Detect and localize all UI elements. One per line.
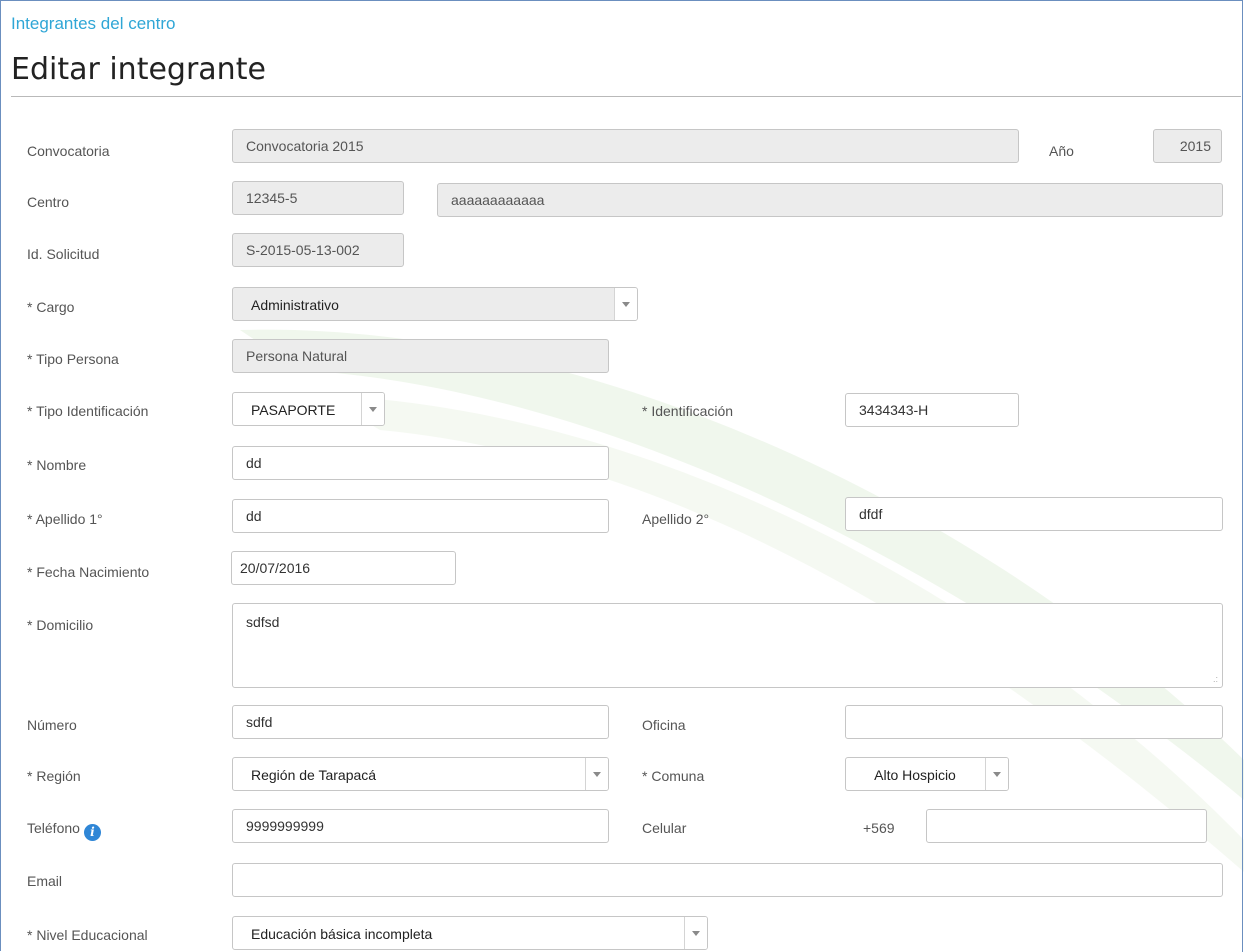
- cargo-label: * Cargo: [27, 299, 75, 315]
- chevron-down-icon[interactable]: [614, 288, 637, 320]
- tipo-identificacion-label: * Tipo Identificación: [27, 403, 149, 419]
- nombre-input[interactable]: dd: [232, 446, 609, 480]
- nivel-educacional-select[interactable]: Educación básica incompleta: [232, 916, 708, 950]
- centro-label: Centro: [27, 194, 70, 210]
- celular-label: Celular: [642, 820, 687, 836]
- nivel-educacional-label: * Nivel Educacional: [27, 927, 148, 943]
- tipo-persona-field[interactable]: Persona Natural: [232, 339, 609, 373]
- apellido1-input[interactable]: dd: [232, 499, 609, 533]
- convocatoria-label: Convocatoria: [27, 143, 110, 159]
- numero-label: Número: [27, 717, 77, 733]
- region-label: * Región: [27, 768, 81, 784]
- convocatoria-field[interactable]: Convocatoria 2015: [232, 129, 1019, 163]
- identificacion-label: * Identificación: [642, 403, 734, 419]
- celular-prefix: +569: [863, 820, 895, 836]
- region-select[interactable]: Región de Tarapacá: [232, 757, 609, 791]
- title-divider: [11, 96, 1241, 97]
- domicilio-label: * Domicilio: [27, 617, 94, 633]
- comuna-select[interactable]: Alto Hospicio: [845, 757, 1009, 791]
- fecha-nacimiento-label: * Fecha Nacimiento: [27, 564, 150, 580]
- numero-input[interactable]: sdfd: [232, 705, 609, 739]
- apellido2-input[interactable]: dfdf: [845, 497, 1223, 531]
- fecha-nacimiento-input[interactable]: 20/07/2016: [231, 551, 456, 585]
- comuna-label: * Comuna: [642, 768, 705, 784]
- region-select-value: Región de Tarapacá: [251, 767, 377, 783]
- oficina-label: Oficina: [642, 717, 686, 733]
- info-icon[interactable]: i: [83, 824, 101, 841]
- id-solicitud-field[interactable]: S-2015-05-13-002: [232, 233, 404, 267]
- identificacion-input[interactable]: 3434343-H: [845, 393, 1019, 427]
- domicilio-value: sdfsd: [246, 614, 280, 630]
- domicilio-textarea[interactable]: sdfsd .:: [232, 603, 1223, 688]
- anio-label: Año: [1049, 143, 1074, 159]
- tipo-persona-label: * Tipo Persona: [27, 351, 119, 367]
- chevron-down-icon[interactable]: [361, 393, 384, 425]
- apellido2-label: Apellido 2°: [642, 511, 710, 527]
- breadcrumb-link[interactable]: Integrantes del centro: [11, 14, 175, 34]
- telefono-label-wrap: Teléfono i: [27, 820, 101, 841]
- telefono-input[interactable]: 9999999999: [232, 809, 609, 843]
- comuna-select-value: Alto Hospicio: [874, 767, 956, 783]
- chevron-down-icon[interactable]: [985, 758, 1008, 790]
- centro-name-field[interactable]: aaaaaaaaaaaa: [437, 183, 1223, 217]
- telefono-label: Teléfono: [27, 820, 80, 836]
- apellido1-label: * Apellido 1°: [27, 511, 103, 527]
- anio-field[interactable]: 2015: [1153, 129, 1222, 163]
- nivel-educacional-value: Educación básica incompleta: [251, 926, 433, 942]
- celular-input[interactable]: [926, 809, 1207, 843]
- chevron-down-icon[interactable]: [585, 758, 608, 790]
- window-frame-right: [1242, 0, 1243, 952]
- oficina-input[interactable]: [845, 705, 1223, 739]
- chevron-down-icon[interactable]: [684, 917, 707, 949]
- tipo-identificacion-select[interactable]: PASAPORTE: [232, 392, 385, 426]
- centro-code-field[interactable]: 12345-5: [232, 181, 404, 215]
- email-input[interactable]: [232, 863, 1223, 897]
- email-label: Email: [27, 873, 63, 889]
- cargo-select[interactable]: Administrativo: [232, 287, 638, 321]
- nombre-label: * Nombre: [27, 457, 87, 473]
- id-solicitud-label: Id. Solicitud: [27, 246, 100, 262]
- tipo-identificacion-value: PASAPORTE: [251, 402, 336, 418]
- page-title: Editar integrante: [11, 52, 266, 87]
- cargo-select-value: Administrativo: [251, 297, 339, 313]
- resize-grip-icon[interactable]: .:: [1213, 675, 1218, 684]
